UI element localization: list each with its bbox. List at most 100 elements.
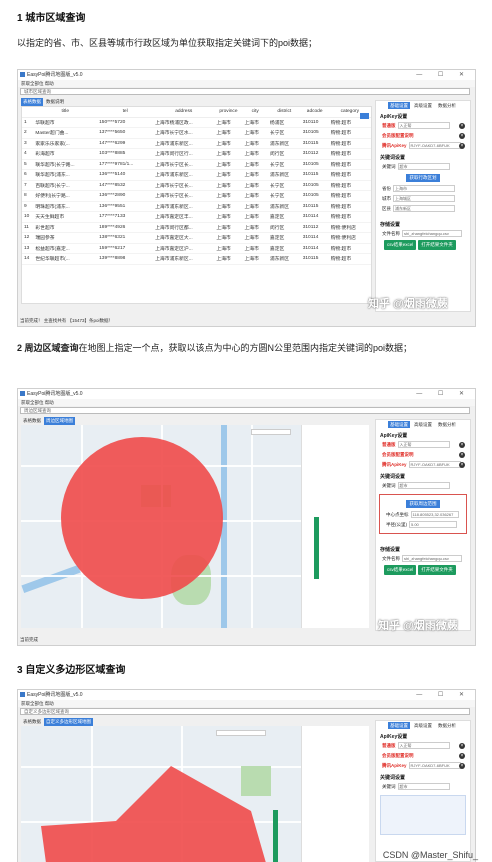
- file-input[interactable]: shi_zhangfeichangqu.csv: [402, 230, 462, 238]
- window-title: EasyPoi腾讯地图版_v5.0: [27, 72, 83, 78]
- close-icon[interactable]: ×: [459, 442, 465, 448]
- table-cell: 189****4926: [97, 222, 154, 233]
- column-header[interactable]: tel: [97, 107, 154, 118]
- vip-key-input[interactable]: RJYF-OAKD7-6BFUK: [408, 461, 461, 469]
- close-icon[interactable]: ×: [459, 763, 465, 769]
- keyword-input[interactable]: 超市: [397, 783, 450, 791]
- table-cell: 购物:超市: [328, 253, 371, 265]
- table-cell: 上海市: [242, 127, 268, 139]
- table-row[interactable]: 3 家家乐乐家家(... 147****6299 上海市浦东新区... 上海市 上海市 浦东…: [22, 138, 371, 149]
- around-settings-box: 获取周边范围 中心点坐标 118.805523,32.036267 半径(公里) 5…: [379, 494, 467, 534]
- column-header[interactable]: province: [214, 107, 243, 118]
- csv-button[interactable]: csv结果excel: [384, 240, 417, 250]
- table-row[interactable]: 11 彩世超市 189****4926 上海市闵行区都... 上海市 上海市 闵行区 3101…: [22, 222, 371, 233]
- settings-tab[interactable]: 数据分析: [436, 102, 458, 109]
- map-green-bar[interactable]: [273, 810, 278, 862]
- column-header[interactable]: adcode: [300, 107, 329, 118]
- province-select[interactable]: 上海市: [393, 185, 455, 193]
- table-row[interactable]: 14 世纪华联超市(... 139****8898 上海市浦东新区... 上海市 上海市浦…: [22, 253, 371, 265]
- column-header[interactable]: address: [153, 107, 215, 118]
- column-header[interactable]: title: [33, 107, 98, 118]
- table-row[interactable]: 10 天天生鲜超市 177****7133 上海市嘉定区丰... 上海市 上海市 嘉定区 31…: [22, 211, 371, 223]
- table-cell: 147****6299: [97, 138, 154, 149]
- close-icon[interactable]: ×: [459, 462, 465, 468]
- keyword-input[interactable]: 超市: [397, 482, 450, 490]
- search-icon[interactable]: [360, 113, 369, 119]
- table-row[interactable]: 4 彩海超市 103****8885 上海市闵行区行... 上海市 上海市 闵行区 31011…: [22, 148, 371, 160]
- query-mode-select[interactable]: 周边区域查询: [20, 407, 470, 414]
- region-button[interactable]: 获取行政区划: [406, 174, 440, 182]
- settings-tab[interactable]: 高级设置: [412, 421, 434, 428]
- apikey-section-title: ApiKey设置: [380, 114, 408, 120]
- vip-key-input[interactable]: RJYF-OAKD7-6BFUK: [408, 762, 461, 770]
- column-header[interactable]: [22, 107, 34, 118]
- close-icon[interactable]: ×: [459, 452, 465, 458]
- settings-tabs: 基础设置 高级设置 数据分析: [376, 101, 470, 109]
- menu-bar[interactable]: 获取全部位 帮助: [18, 80, 475, 87]
- around-button[interactable]: 获取周边范围: [406, 500, 440, 508]
- vip-key-input[interactable]: RJYF-OAKD7-6BFUK: [408, 142, 461, 150]
- map-view[interactable]: [21, 726, 301, 862]
- table-row[interactable]: 9 明珠超市(浦东... 136****9551 上海市浦东新区... 上海市 上海市 浦东…: [22, 201, 371, 212]
- settings-tab[interactable]: 基础设置: [388, 722, 410, 729]
- csv-button[interactable]: csv结果excel: [384, 565, 417, 575]
- table-row[interactable]: 8 好便利(长宁路... 136****2890 上海市长宁区长... 上海市 上海市 长宁…: [22, 190, 371, 202]
- table-row[interactable]: 1 华联超市 150****5720 上海市杨浦区政... 上海市 上海市 杨浦区 31011…: [22, 117, 371, 128]
- table-row[interactable]: 13 松益超市(嘉定... 159****6217 上海市嘉定区沪... 上海市 上海市嘉…: [22, 243, 371, 254]
- close-icon[interactable]: ×: [459, 743, 465, 749]
- menu-bar[interactable]: 获取全部位 帮助: [18, 399, 475, 406]
- column-header[interactable]: city: [242, 107, 268, 118]
- column-header[interactable]: district: [267, 107, 301, 118]
- map-toolbar[interactable]: [251, 429, 291, 435]
- table-cell: 150****5720: [97, 117, 154, 128]
- tab-table[interactable]: 表格数据: [21, 718, 43, 726]
- close-icon[interactable]: ×: [459, 133, 465, 139]
- window-controls[interactable]: — ☐ ✕: [416, 690, 471, 700]
- query-mode-select[interactable]: 自定义多边形区域查询: [20, 708, 470, 715]
- open-folder-button[interactable]: 打开结果文件夹: [418, 240, 456, 250]
- table-cell: 10: [22, 211, 34, 223]
- close-icon[interactable]: ×: [459, 753, 465, 759]
- tab-table[interactable]: 表格数据: [21, 417, 43, 425]
- close-icon[interactable]: ×: [459, 143, 465, 149]
- settings-tab[interactable]: 数据分析: [436, 722, 458, 729]
- table-cell: 上海市: [242, 201, 268, 212]
- polygon-coords-box[interactable]: [380, 795, 466, 835]
- city-select[interactable]: 上海城区: [393, 195, 455, 203]
- table-row[interactable]: 2 Master超门曲... 137****5650 上海市长宁区水... 上海市 上海市…: [22, 127, 371, 139]
- table-row[interactable]: 7 百联超市(长宁... 147****8532 上海市长宁区长... 上海市 上海市 长宁…: [22, 180, 371, 191]
- menu-bar[interactable]: 获取全部位 帮助: [18, 700, 475, 707]
- settings-tab[interactable]: 高级设置: [412, 102, 434, 109]
- close-icon[interactable]: ×: [459, 123, 465, 129]
- settings-tabs: 基础设置 高级设置 数据分析: [376, 721, 470, 729]
- radius-input[interactable]: 5.00: [409, 521, 457, 529]
- window-controls[interactable]: — ☐ ✕: [416, 70, 471, 80]
- settings-tab[interactable]: 基础设置: [388, 421, 410, 428]
- table-row[interactable]: 5 联华超市(长宁路... 177****9781/1... 上海市长宁区长... 上海…: [22, 159, 371, 170]
- map-view[interactable]: [21, 425, 301, 628]
- table-row[interactable]: 6 联华超市(浦东... 136****5140 上海市浦东新区... 上海市 上海市 浦东…: [22, 169, 371, 181]
- normal-input[interactable]: 入正帮: [397, 122, 450, 130]
- normal-input[interactable]: 入正帮: [397, 742, 450, 750]
- table-cell: 上海市浦东新区...: [153, 138, 215, 149]
- map-green-bar[interactable]: [314, 517, 319, 579]
- tab-table[interactable]: 表格数据: [21, 98, 43, 106]
- tab-polygon-map[interactable]: 自定义多边形区域地图: [44, 718, 93, 726]
- table-cell: 138****6321: [97, 232, 154, 244]
- table-cell: 上海市: [242, 180, 268, 191]
- normal-input[interactable]: 入正帮: [397, 441, 450, 449]
- center-input[interactable]: 118.805523,32.036267: [410, 511, 459, 519]
- settings-tab[interactable]: 高级设置: [412, 722, 434, 729]
- file-input[interactable]: shi_zhangfeichangqu.csv: [402, 555, 462, 563]
- settings-tab[interactable]: 数据分析: [436, 421, 458, 428]
- keyword-input[interactable]: 超市: [397, 163, 450, 171]
- table-row[interactable]: 12 瑞园参茶 138****6321 上海市嘉定区大... 上海市 上海市 嘉定区 3101…: [22, 232, 371, 244]
- window-controls[interactable]: — ☐ ✕: [416, 389, 471, 399]
- map-toolbar[interactable]: [216, 730, 266, 736]
- settings-tab[interactable]: 基础设置: [388, 102, 410, 109]
- tab-info[interactable]: 数据说明: [44, 98, 66, 106]
- query-mode-select[interactable]: 城市区域查询: [20, 88, 470, 95]
- district-select[interactable]: 浦东新区: [393, 205, 455, 213]
- open-folder-button[interactable]: 打开结果文件夹: [418, 565, 456, 575]
- tab-around-map[interactable]: 周边区域地图: [44, 417, 75, 425]
